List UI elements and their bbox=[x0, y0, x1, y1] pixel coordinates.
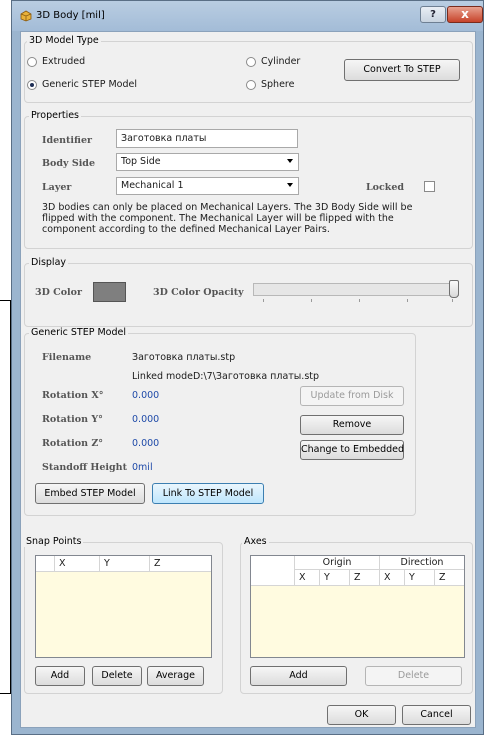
properties-legend: Properties bbox=[29, 110, 82, 121]
rotation-y-label: Rotation Y° bbox=[42, 414, 103, 425]
axes-direction-z[interactable]: Z bbox=[434, 570, 464, 586]
axes-origin-x[interactable]: X bbox=[294, 570, 319, 586]
axes-origin-y[interactable]: Y bbox=[319, 570, 349, 586]
close-button[interactable]: x bbox=[447, 6, 483, 23]
cancel-button[interactable]: Cancel bbox=[402, 705, 471, 725]
display-legend: Display bbox=[29, 257, 69, 268]
generic-step-label[interactable]: Generic STEP Model bbox=[42, 79, 137, 90]
rotation-y-value[interactable]: 0.000 bbox=[132, 414, 159, 425]
axes-direction-y[interactable]: Y bbox=[404, 570, 434, 586]
opacity-slider-thumb[interactable] bbox=[449, 280, 459, 298]
locked-checkbox[interactable] bbox=[424, 181, 435, 192]
slider-tick bbox=[311, 299, 312, 302]
remove-button[interactable]: Remove bbox=[300, 415, 404, 435]
standoff-label: Standoff Height bbox=[42, 462, 127, 473]
rotation-x-value[interactable]: 0.000 bbox=[132, 390, 159, 401]
dialog-client-area: 3D Model Type Extruded Generic STEP Mode… bbox=[20, 31, 476, 728]
convert-to-step-button[interactable]: Convert To STEP bbox=[344, 59, 460, 81]
extruded-radio[interactable] bbox=[27, 57, 37, 67]
axes-direction-x[interactable]: X bbox=[379, 570, 404, 586]
body-side-value: Top Side bbox=[121, 156, 161, 167]
sphere-label[interactable]: Sphere bbox=[261, 79, 294, 90]
chevron-down-icon bbox=[287, 183, 293, 187]
notice-line-3: component according to the defined Mecha… bbox=[42, 224, 330, 235]
cylinder-label[interactable]: Cylinder bbox=[261, 56, 300, 67]
locked-label: Locked bbox=[366, 182, 405, 193]
extruded-label[interactable]: Extruded bbox=[42, 56, 85, 67]
snap-column-z[interactable]: Z bbox=[149, 556, 211, 572]
linked-path: D:\7\Заготовка платы.stp bbox=[192, 371, 320, 382]
linked-model-path: Linked modeD:\7\Заготовка платы.stp bbox=[132, 371, 319, 382]
axes-origin-z[interactable]: Z bbox=[349, 570, 379, 586]
standoff-value[interactable]: 0mil bbox=[132, 462, 153, 473]
sphere-radio[interactable] bbox=[246, 80, 256, 90]
snap-average-button[interactable]: Average bbox=[147, 666, 204, 686]
slider-tick bbox=[263, 299, 264, 302]
layer-select[interactable]: Mechanical 1 bbox=[116, 177, 299, 195]
axes-header: Origin Direction X Y Z X Y Z bbox=[251, 556, 464, 586]
linked-prefix: Linked mode bbox=[132, 371, 193, 382]
axes-legend: Axes bbox=[242, 536, 269, 547]
snap-points-grid[interactable]: X Y Z bbox=[35, 555, 212, 658]
slider-tick bbox=[452, 299, 453, 302]
axes-delete-button[interactable]: Delete bbox=[365, 666, 462, 686]
change-to-embedded-button[interactable]: Change to Embedded bbox=[300, 440, 404, 460]
link-to-step-model-button[interactable]: Link To STEP Model bbox=[152, 483, 264, 504]
snap-add-button[interactable]: Add bbox=[35, 666, 85, 686]
dialog-window: 3D Body [mil] ? x 3D Model Type Extruded… bbox=[11, 0, 484, 735]
identifier-label: Identifier bbox=[42, 135, 92, 146]
body-side-select[interactable]: Top Side bbox=[116, 153, 299, 171]
background-window-edge bbox=[0, 300, 11, 694]
color-swatch[interactable] bbox=[93, 282, 126, 302]
layer-label: Layer bbox=[42, 182, 72, 193]
update-from-disk-button[interactable]: Update from Disk bbox=[300, 386, 404, 406]
step-model-legend: Generic STEP Model bbox=[29, 327, 128, 338]
axes-origin-header: Origin bbox=[294, 556, 379, 570]
rotation-z-value[interactable]: 0.000 bbox=[132, 438, 159, 449]
help-button[interactable]: ? bbox=[420, 6, 446, 23]
rotation-x-label: Rotation X° bbox=[42, 390, 104, 401]
opacity-slider-track[interactable] bbox=[253, 283, 459, 296]
title-bar: 3D Body [mil] ? x bbox=[12, 1, 483, 31]
notice-line-2: flipped with the component. The Mechanic… bbox=[42, 213, 394, 224]
model-type-legend: 3D Model Type bbox=[27, 35, 101, 46]
window-title: 3D Body [mil] bbox=[36, 10, 105, 21]
layer-notice: 3D bodies can only be placed on Mechanic… bbox=[42, 202, 462, 235]
axes-add-button[interactable]: Add bbox=[250, 666, 347, 686]
opacity-label: 3D Color Opacity bbox=[153, 287, 244, 298]
axes-direction-header: Direction bbox=[379, 556, 464, 570]
slider-tick bbox=[359, 299, 360, 302]
notice-line-1: 3D bodies can only be placed on Mechanic… bbox=[42, 202, 413, 213]
snap-column-y[interactable]: Y bbox=[99, 556, 149, 572]
snap-delete-button[interactable]: Delete bbox=[92, 666, 142, 686]
body-side-label: Body Side bbox=[42, 158, 95, 169]
cylinder-radio[interactable] bbox=[246, 57, 256, 67]
slider-tick bbox=[407, 299, 408, 302]
3d-body-icon bbox=[20, 10, 32, 22]
rotation-z-label: Rotation Z° bbox=[42, 438, 104, 449]
layer-value: Mechanical 1 bbox=[121, 180, 184, 191]
axes-grid[interactable]: Origin Direction X Y Z X Y Z bbox=[250, 555, 465, 658]
chevron-down-icon bbox=[287, 159, 293, 163]
snap-points-legend: Snap Points bbox=[24, 536, 84, 547]
filename-label: Filename bbox=[42, 352, 92, 363]
generic-step-radio[interactable] bbox=[27, 80, 37, 90]
ok-button[interactable]: OK bbox=[327, 705, 396, 725]
identifier-input[interactable]: Заготовка платы bbox=[116, 129, 298, 148]
snap-points-header: X Y Z bbox=[36, 556, 211, 572]
embed-step-model-button[interactable]: Embed STEP Model bbox=[35, 483, 145, 504]
filename-value: Заготовка платы.stp bbox=[132, 352, 236, 363]
snap-column-x[interactable]: X bbox=[54, 556, 99, 572]
color-label: 3D Color bbox=[35, 287, 83, 298]
